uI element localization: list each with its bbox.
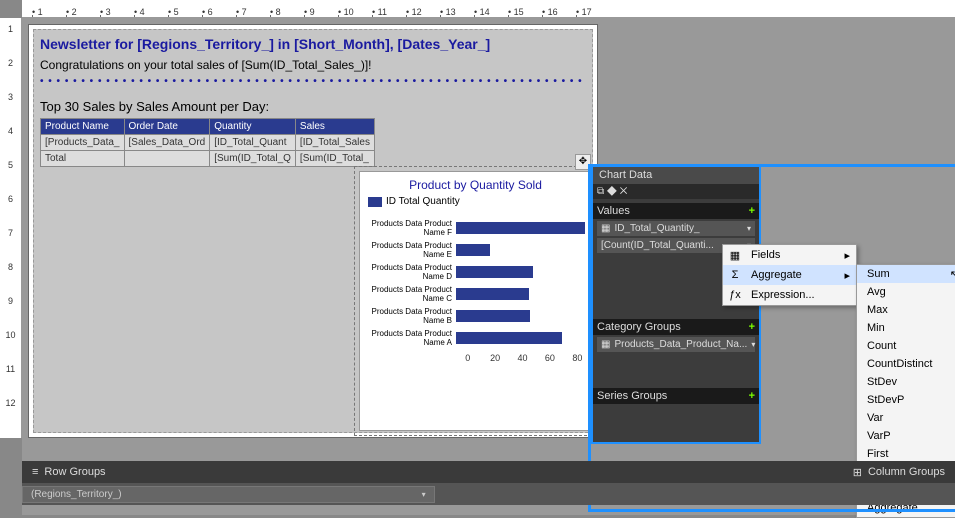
chart-data-toolbar[interactable]: ⧉ ◆ ✕: [593, 184, 759, 199]
chart-data-header[interactable]: Chart Data: [593, 166, 759, 184]
congrats-text[interactable]: Congratulations on your total sales of […: [40, 58, 586, 72]
submenu-arrow-icon: ▸: [844, 249, 850, 262]
aggregate-option[interactable]: StDevP: [857, 391, 955, 409]
fields-icon: ▦: [727, 249, 743, 262]
table-row[interactable]: Total[Sum(ID_Total_Q[Sum(ID_Total_: [41, 151, 375, 167]
chart-region[interactable]: ✥ Product by Quantity Sold ID Total Quan…: [359, 171, 592, 431]
dropdown-icon[interactable]: ▾: [751, 340, 755, 349]
divider-dots: • • • • • • • • • • • • • • • • • • • • …: [40, 76, 586, 87]
move-handle-icon[interactable]: ✥: [575, 154, 591, 170]
row-groups-icon: ≡: [32, 466, 38, 478]
aggregate-option[interactable]: CountDistinct: [857, 355, 955, 373]
column-groups-label[interactable]: ⊞ Column Groups: [843, 466, 955, 479]
aggregate-option[interactable]: StDev: [857, 373, 955, 391]
aggregate-option[interactable]: Min: [857, 319, 955, 337]
aggregate-option[interactable]: Var: [857, 409, 955, 427]
menu-aggregate[interactable]: Σ Aggregate ▸: [723, 265, 856, 285]
value-field-1[interactable]: ▦ ID_Total_Quantity_ ▾: [597, 221, 755, 236]
aggregate-option[interactable]: Avg: [857, 283, 955, 301]
row-groups-label[interactable]: ≡ Row Groups: [22, 466, 116, 478]
dropdown-icon[interactable]: ▾: [422, 490, 426, 499]
report-title[interactable]: Newsletter for [Regions_Territory_] in […: [40, 36, 586, 52]
table-row[interactable]: [Products_Data_[Sales_Data_Ord[ID_Total_…: [41, 135, 375, 151]
dropdown-icon[interactable]: ▾: [747, 224, 751, 233]
dataset-icon: ▦: [601, 339, 610, 350]
design-canvas[interactable]: Newsletter for [Regions_Territory_] in […: [22, 18, 955, 515]
add-category-icon[interactable]: +: [749, 321, 755, 333]
sigma-icon: Σ: [727, 269, 743, 281]
add-value-icon[interactable]: +: [749, 205, 755, 217]
series-groups-section: Series Groups +: [593, 388, 759, 404]
section-header[interactable]: Top 30 Sales by Sales Amount per Day:: [40, 99, 586, 114]
column-header[interactable]: Product Name: [41, 119, 125, 135]
values-section: Values +: [593, 203, 759, 219]
column-header[interactable]: Quantity: [210, 119, 296, 135]
category-groups-section: Category Groups +: [593, 319, 759, 335]
context-menu[interactable]: ▦ Fields ▸ Σ Aggregate ▸ ƒx Expression..…: [722, 244, 857, 306]
row-group-cell[interactable]: (Regions_Territory_) ▾: [22, 486, 435, 503]
aggregate-option[interactable]: Max: [857, 301, 955, 319]
tablix[interactable]: Product NameOrder DateQuantitySales [Pro…: [40, 118, 375, 167]
fx-icon: ƒx: [727, 289, 743, 301]
menu-expression[interactable]: ƒx Expression...: [723, 285, 856, 305]
groups-row: (Regions_Territory_) ▾: [22, 483, 955, 505]
cursor-icon: ↖: [950, 268, 955, 281]
ruler-horizontal: • 1• 2• 3• 4• 5• 6• 7• 8• 9• 10• 11• 12•…: [22, 0, 955, 18]
add-series-icon[interactable]: +: [749, 390, 755, 402]
groups-header-bar: ≡ Row Groups ⊞ Column Groups: [22, 461, 955, 483]
aggregate-option[interactable]: Count: [857, 337, 955, 355]
report-body[interactable]: Newsletter for [Regions_Territory_] in […: [28, 24, 598, 438]
menu-fields[interactable]: ▦ Fields ▸: [723, 245, 856, 265]
submenu-arrow-icon: ▸: [844, 269, 850, 282]
column-header[interactable]: Sales: [295, 119, 374, 135]
category-field[interactable]: ▦ Products_Data_Product_Na... ▾: [597, 337, 755, 352]
column-groups-icon: ⊞: [853, 466, 862, 479]
ruler-vertical: 123456789101112: [0, 18, 22, 438]
column-header[interactable]: Order Date: [124, 119, 210, 135]
dataset-icon: ▦: [601, 223, 610, 234]
aggregate-option[interactable]: VarP: [857, 427, 955, 445]
aggregate-option[interactable]: Sum↖: [857, 265, 955, 283]
